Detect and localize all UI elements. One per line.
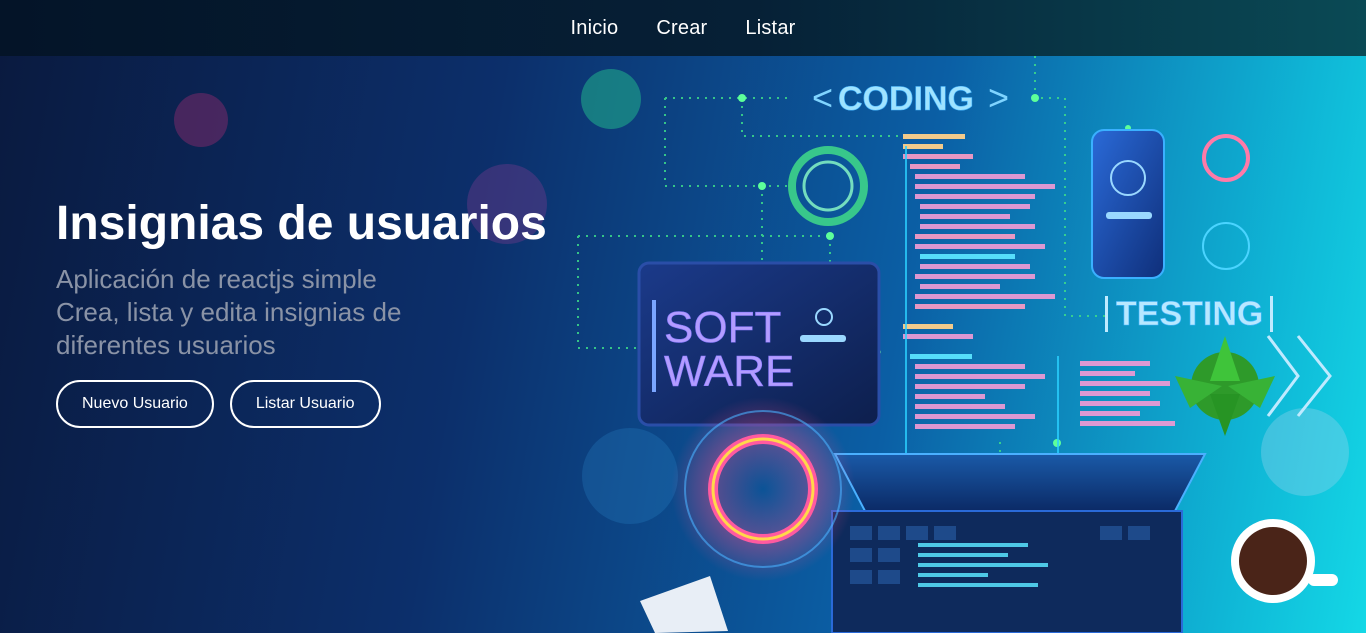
nav-link-inicio[interactable]: Inicio — [570, 17, 618, 40]
software-label-line1: SOFT — [664, 303, 781, 352]
hero-section: Insignias de usuarios Aplicación de reac… — [56, 195, 576, 428]
software-label-line2: WARE — [664, 347, 794, 396]
bokeh-circle — [1261, 408, 1349, 496]
bokeh-circle — [174, 93, 228, 147]
plant-illustration — [1175, 336, 1275, 436]
coding-label: CODING — [838, 80, 974, 118]
bokeh-circle — [582, 428, 678, 524]
hero-buttons: Nuevo Usuario Listar Usuario — [56, 380, 576, 428]
new-user-button[interactable]: Nuevo Usuario — [56, 380, 214, 428]
page-title: Insignias de usuarios — [56, 197, 547, 250]
bokeh-circle — [581, 69, 641, 129]
pink-ring-icon — [1202, 134, 1250, 182]
svg-text:>: > — [988, 77, 1009, 118]
hero-subtitle-line1: Aplicación de reactjs simple — [56, 264, 377, 294]
testing-label: TESTING — [1116, 295, 1263, 333]
laptop-illustration — [833, 453, 1207, 512]
nav-link-listar[interactable]: Listar — [745, 17, 795, 40]
hero-subtitle-line2: Crea, lista y edita insignias de diferen… — [56, 297, 402, 360]
nav-link-crear[interactable]: Crear — [656, 17, 707, 40]
phone-illustration — [1091, 129, 1165, 279]
paper-roll-illustration — [640, 576, 728, 633]
svg-text:<: < — [812, 77, 833, 118]
hero-subtitle: Aplicación de reactjs simple Crea, lista… — [56, 263, 456, 362]
top-navbar: Inicio Crear Listar — [0, 0, 1366, 56]
list-user-button[interactable]: Listar Usuario — [229, 380, 381, 428]
